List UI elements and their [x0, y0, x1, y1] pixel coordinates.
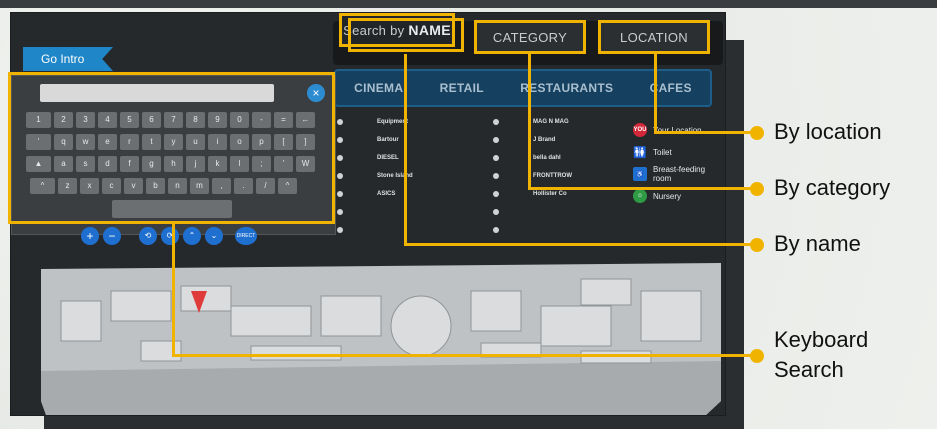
store-name: Bartour: [377, 137, 399, 143]
list-item[interactable]: [493, 221, 572, 239]
callout-by-category: By category: [774, 175, 891, 200]
store-name: DIESEL: [377, 155, 399, 161]
callout-dot-location: [750, 126, 764, 140]
search-by-location[interactable]: LOCATION: [598, 20, 710, 54]
rotate-right-icon[interactable]: ⟳: [161, 227, 179, 245]
zoom-in-button[interactable]: +: [81, 227, 99, 245]
list-item[interactable]: [493, 203, 572, 221]
you-badge-icon: YOU: [633, 123, 647, 137]
list-item[interactable]: MAG N MAG: [493, 113, 572, 131]
connector-name-h: [404, 243, 756, 246]
breastfeeding-icon: ♿: [633, 167, 647, 181]
connector-location-h: [654, 131, 756, 134]
connector-keyboard-v: [172, 224, 175, 356]
list-item[interactable]: bella dahl: [493, 149, 572, 167]
store-name: bella dahl: [533, 155, 561, 161]
tab-restaurants[interactable]: RESTAURANTS: [520, 81, 613, 95]
bullet-icon: [337, 209, 343, 215]
tab-retail[interactable]: RETAIL: [440, 81, 484, 95]
connector-name-v: [404, 54, 407, 245]
bullet-icon: [337, 119, 343, 125]
search-by-category[interactable]: CATEGORY: [474, 20, 586, 54]
store-name: ASICS: [377, 191, 396, 197]
bullet-icon: [337, 155, 343, 161]
location-label: LOCATION: [620, 29, 688, 45]
highlight-name-box: [348, 18, 464, 52]
list-item[interactable]: Bartour: [337, 131, 413, 149]
callout-by-location: By location: [774, 119, 882, 144]
list-item[interactable]: Stone Island: [337, 167, 413, 185]
list-item[interactable]: J Brand: [493, 131, 572, 149]
callout-dot-category: [750, 182, 764, 196]
bullet-icon: [493, 227, 499, 233]
list-item[interactable]: [337, 203, 413, 221]
bullet-icon: [493, 191, 499, 197]
bullet-icon: [337, 137, 343, 143]
store-list-1: Equipment Bartour DIESEL Stone Island ASICS: [337, 113, 413, 239]
bullet-icon: [337, 227, 343, 233]
connector-category-h: [528, 187, 756, 190]
store-name: FRONTTROW: [533, 173, 572, 179]
legend-toilet: 🚻 Toilet: [633, 141, 713, 163]
store-name: Stone Island: [377, 173, 413, 179]
legend-nursery-label: Nursery: [653, 191, 682, 201]
category-label: CATEGORY: [492, 29, 568, 45]
top-bar: [0, 0, 937, 8]
callout-by-name: By name: [774, 231, 861, 256]
list-item[interactable]: Equipment: [337, 113, 413, 131]
connector-keyboard-h: [172, 354, 756, 357]
go-intro-button[interactable]: Go Intro: [23, 47, 113, 71]
list-item[interactable]: ASICS: [337, 185, 413, 203]
tilt-up-icon[interactable]: ⌃: [183, 227, 201, 245]
bullet-icon: [493, 209, 499, 215]
list-item[interactable]: [337, 221, 413, 239]
toilet-icon: 🚻: [633, 146, 647, 159]
bullet-icon: [493, 173, 499, 179]
store-name: J Brand: [533, 137, 556, 143]
callout-keyboard-search: Keyboard Search: [774, 327, 869, 382]
connector-location-v: [654, 54, 657, 132]
nursery-icon: ☺: [633, 189, 647, 203]
bullet-icon: [337, 191, 343, 197]
zoom-out-button[interactable]: −: [103, 227, 121, 245]
highlight-keyboard-box: [8, 72, 335, 224]
store-name: MAG N MAG: [533, 119, 569, 125]
bullet-icon: [493, 119, 499, 125]
store-list-2: MAG N MAG J Brand bella dahl FRONTTROW Holli…: [493, 113, 572, 239]
legend-toilet-label: Toilet: [653, 147, 672, 157]
callout-dot-name: [750, 238, 764, 252]
bullet-icon: [337, 173, 343, 179]
tilt-down-icon[interactable]: ⌄: [205, 227, 223, 245]
rotate-left-icon[interactable]: ⟲: [139, 227, 157, 245]
map-controls: + − ⟲ ⟳ ⌃ ⌄ DIRECT: [81, 227, 257, 245]
callout-dot-keyboard: [750, 349, 764, 363]
direct-button[interactable]: DIRECT: [235, 227, 257, 245]
legend-your-location: YOU Your Location: [633, 119, 713, 141]
list-item[interactable]: FRONTTROW: [493, 167, 572, 185]
bullet-icon: [493, 155, 499, 161]
legend-breastfeeding: ♿ Breast-feeding room: [633, 163, 713, 185]
bullet-icon: [493, 137, 499, 143]
list-item[interactable]: DIESEL: [337, 149, 413, 167]
mall-3d-map[interactable]: [21, 251, 726, 416]
connector-category-v: [528, 54, 531, 189]
tab-cinema[interactable]: CINEMA: [354, 81, 403, 95]
store-name: Hollister Co: [533, 191, 567, 197]
legend-breastfeeding-label: Breast-feeding room: [653, 165, 706, 183]
